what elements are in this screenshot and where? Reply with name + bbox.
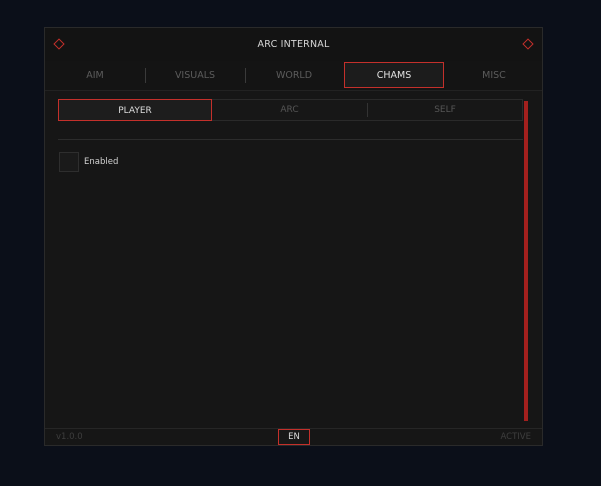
menu-window: ARC INTERNAL AIM VISUALS WORLD CHAMS MIS… <box>44 27 543 446</box>
enabled-label: Enabled <box>84 157 119 167</box>
enabled-checkbox[interactable] <box>59 152 79 172</box>
window-title: ARC INTERNAL <box>257 39 330 50</box>
tab-aim[interactable]: AIM <box>45 61 145 90</box>
sub-tab-bar: PLAYER ARC SELF <box>58 99 523 121</box>
subtab-player[interactable]: PLAYER <box>58 99 212 121</box>
tab-world[interactable]: WORLD <box>245 61 343 90</box>
language-button[interactable]: EN <box>278 429 310 445</box>
app-stage: ARC INTERNAL AIM VISUALS WORLD CHAMS MIS… <box>0 0 601 486</box>
tab-misc[interactable]: MISC <box>444 61 544 90</box>
title-bar[interactable]: ARC INTERNAL <box>45 28 542 61</box>
main-tab-bar: AIM VISUALS WORLD CHAMS MISC <box>45 61 542 91</box>
footer-bar: v1.0.0 EN ACTIVE <box>45 428 542 446</box>
tab-visuals[interactable]: VISUALS <box>145 61 245 90</box>
tab-chams[interactable]: CHAMS <box>344 62 444 88</box>
status-text: ACTIVE <box>500 432 532 442</box>
subtab-arc[interactable]: ARC <box>212 100 367 120</box>
version-text: v1.0.0 <box>56 432 83 442</box>
section-divider <box>58 139 523 140</box>
subtab-self[interactable]: SELF <box>368 100 522 120</box>
scrollbar[interactable] <box>524 101 528 421</box>
